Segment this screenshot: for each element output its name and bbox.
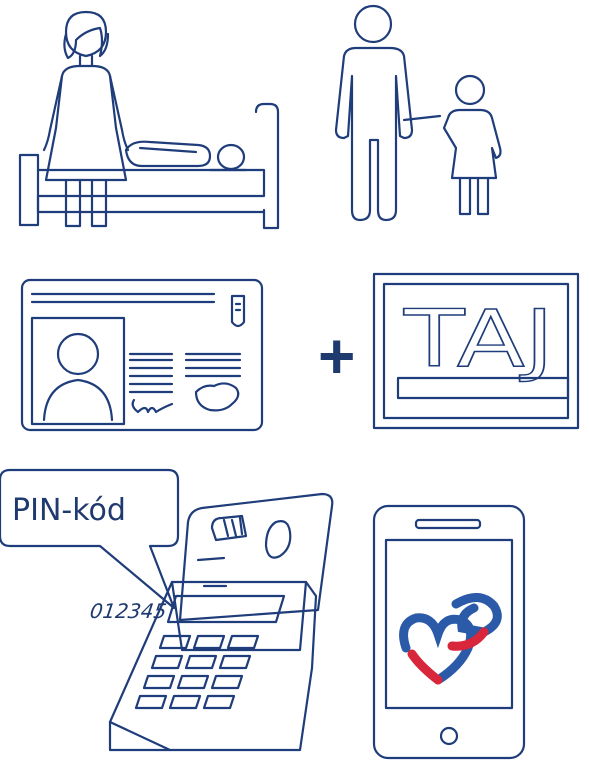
taj-label: TAJ	[403, 295, 554, 385]
speech-bubble	[0, 468, 180, 610]
plus-icon: +	[318, 320, 355, 392]
display-code: 012345	[88, 599, 168, 623]
woman-caregiver-icon	[42, 10, 130, 228]
illustration-canvas: TAJ + PIN-kód 012345	[0, 4, 580, 760]
eeszt-logo-icon	[399, 593, 502, 685]
father-with-child-icon	[334, 4, 502, 222]
pin-code-label: PIN-kód	[12, 493, 126, 528]
id-card-icon	[20, 278, 264, 432]
hospital-bed-patient-icon	[18, 102, 280, 230]
smartphone-icon	[372, 504, 526, 760]
